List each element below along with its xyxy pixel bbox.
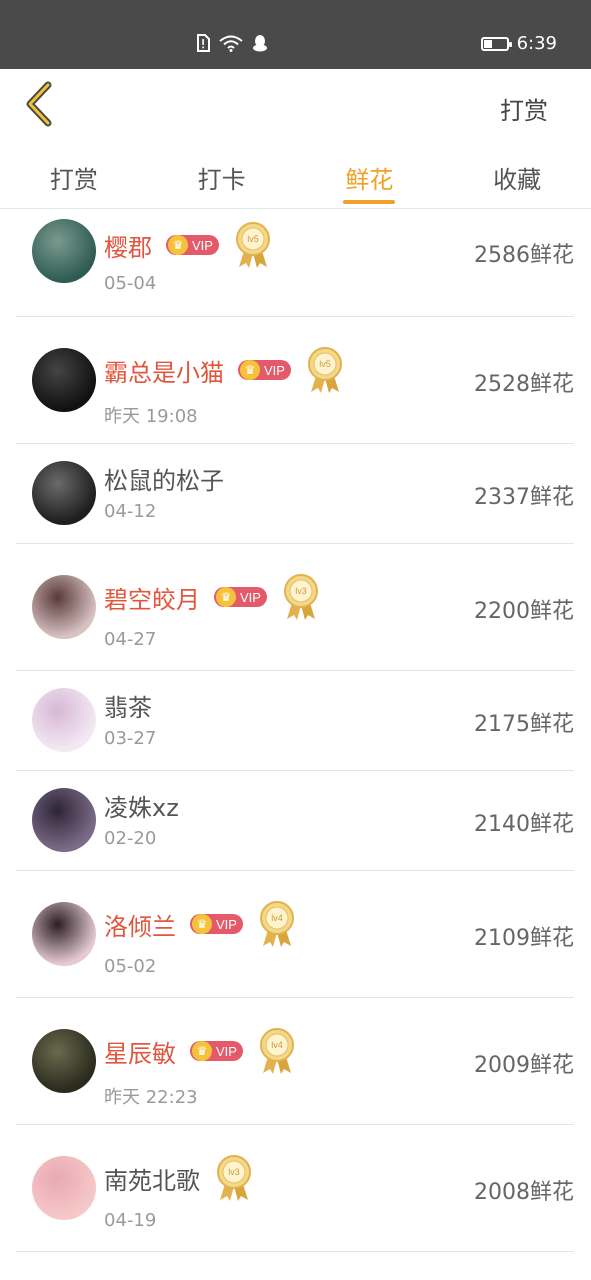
avatar[interactable] xyxy=(32,219,96,283)
vip-badge: ♛ VIP xyxy=(190,914,243,934)
level-medal-icon: lv4 xyxy=(259,1028,294,1074)
user-name[interactable]: 樱郡 xyxy=(104,228,152,263)
name-line: 星辰敏 ♛ VIP lv4 xyxy=(104,1027,295,1075)
flower-count: 2140鲜花 xyxy=(474,812,574,837)
vip-badge: ♛ VIP xyxy=(190,1041,243,1061)
user-name[interactable]: 凌姝xz xyxy=(104,788,179,823)
user-name[interactable]: 松鼠的松子 xyxy=(104,461,224,496)
user-name[interactable]: 霸总是小猫 xyxy=(104,353,224,388)
nav-bar: 打赏 xyxy=(0,69,591,139)
timestamp: 昨天 19:08 xyxy=(104,406,198,427)
avatar[interactable] xyxy=(32,1156,96,1220)
svg-text:lv5: lv5 xyxy=(247,234,259,244)
list-item[interactable]: 星辰敏 ♛ VIP lv4 昨天 22:23 2009鲜花 xyxy=(16,997,574,1125)
name-line: 松鼠的松子 xyxy=(104,461,224,496)
flower-count: 2175鲜花 xyxy=(474,712,574,737)
user-name[interactable]: 星辰敏 xyxy=(104,1034,176,1069)
name-line: 洛倾兰 ♛ VIP lv4 xyxy=(104,900,295,948)
tab-reward[interactable]: 打赏 xyxy=(0,139,148,208)
timestamp: 05-02 xyxy=(104,956,157,977)
svg-text:lv5: lv5 xyxy=(319,359,331,369)
timestamp: 04-19 xyxy=(104,1210,157,1231)
vip-label: VIP xyxy=(216,916,237,932)
level-medal-icon: lv4 xyxy=(259,901,294,947)
back-arrow-icon[interactable] xyxy=(22,81,62,127)
svg-text:lv4: lv4 xyxy=(271,913,283,923)
status-time: 6:39 xyxy=(516,33,557,54)
vip-label: VIP xyxy=(192,237,213,253)
name-line: 翡茶 xyxy=(104,688,152,723)
flower-count: 2009鲜花 xyxy=(474,1053,574,1078)
list-item[interactable]: 霸总是小猫 ♛ VIP lv5 昨天 19:08 2528鲜花 xyxy=(16,316,574,444)
avatar[interactable] xyxy=(32,788,96,852)
timestamp: 昨天 22:23 xyxy=(104,1087,198,1108)
wifi-icon xyxy=(219,35,243,52)
timestamp: 04-12 xyxy=(104,501,157,522)
sim-alert-icon xyxy=(197,34,210,52)
level-medal-icon: lv3 xyxy=(217,1155,251,1201)
tab-favorites[interactable]: 收藏 xyxy=(443,139,591,208)
user-name[interactable]: 南苑北歌 xyxy=(104,1161,200,1196)
list-item[interactable]: 南苑北歌 lv3 04-19 2008鲜花 xyxy=(16,1124,574,1252)
avatar[interactable] xyxy=(32,348,96,412)
user-name[interactable]: 碧空皎月 xyxy=(104,580,200,615)
avatar[interactable] xyxy=(32,575,96,639)
vip-badge: ♛ VIP xyxy=(166,235,219,255)
user-name[interactable]: 翡茶 xyxy=(104,688,152,723)
status-icons xyxy=(196,34,268,52)
avatar[interactable] xyxy=(32,902,96,966)
crown-icon: ♛ xyxy=(240,360,260,380)
tab-flowers[interactable]: 鲜花 xyxy=(296,139,444,208)
flower-count: 2109鲜花 xyxy=(474,926,574,951)
vip-badge: ♛ VIP xyxy=(238,360,291,380)
timestamp: 05-04 xyxy=(104,273,157,294)
vip-label: VIP xyxy=(264,362,285,378)
crown-icon: ♛ xyxy=(192,1041,212,1061)
level-medal-icon: lv5 xyxy=(235,222,270,268)
name-line: 霸总是小猫 ♛ VIP lv5 xyxy=(104,346,343,394)
flower-count: 2008鲜花 xyxy=(474,1180,574,1205)
qq-icon xyxy=(253,35,267,52)
vip-badge: ♛ VIP xyxy=(214,587,267,607)
vip-label: VIP xyxy=(240,589,261,605)
tab-bar: 打赏 打卡 鲜花 收藏 xyxy=(0,139,591,209)
flower-count: 2586鲜花 xyxy=(474,243,574,268)
list-item[interactable]: 松鼠的松子 04-12 2337鲜花 xyxy=(16,443,574,544)
list-item[interactable]: 翡茶 03-27 2175鲜花 xyxy=(16,670,574,771)
list-item[interactable]: 樱郡 ♛ VIP lv5 05-04 2586鲜花 xyxy=(16,209,574,317)
avatar[interactable] xyxy=(32,1029,96,1093)
battery-icon xyxy=(480,36,512,51)
status-bar: 6:39 xyxy=(0,0,591,69)
crown-icon: ♛ xyxy=(216,587,236,607)
vip-label: VIP xyxy=(216,1043,237,1059)
flower-count: 2337鲜花 xyxy=(474,485,574,510)
avatar[interactable] xyxy=(32,688,96,752)
timestamp: 04-27 xyxy=(104,629,157,650)
list-item[interactable]: 凌姝xz 02-20 2140鲜花 xyxy=(16,770,574,871)
name-line: 樱郡 ♛ VIP lv5 xyxy=(104,221,271,269)
level-medal-icon: lv3 xyxy=(283,574,318,620)
svg-text:lv3: lv3 xyxy=(228,1167,240,1177)
crown-icon: ♛ xyxy=(192,914,212,934)
crown-icon: ♛ xyxy=(168,235,188,255)
avatar[interactable] xyxy=(32,461,96,525)
svg-text:lv3: lv3 xyxy=(295,586,307,596)
svg-text:lv4: lv4 xyxy=(271,1040,283,1050)
name-line: 碧空皎月 ♛ VIP lv3 xyxy=(104,573,319,621)
level-medal-icon: lv5 xyxy=(307,347,342,393)
flower-count: 2200鲜花 xyxy=(474,599,574,624)
reward-button[interactable]: 打赏 xyxy=(500,91,548,126)
list-item[interactable]: 碧空皎月 ♛ VIP lv3 04-27 2200鲜花 xyxy=(16,543,574,671)
flower-count: 2528鲜花 xyxy=(474,372,574,397)
timestamp: 03-27 xyxy=(104,728,157,749)
name-line: 南苑北歌 lv3 xyxy=(104,1154,252,1202)
status-right: 6:39 xyxy=(480,33,557,54)
user-name[interactable]: 洛倾兰 xyxy=(104,907,176,942)
list-item[interactable]: 洛倾兰 ♛ VIP lv4 05-02 2109鲜花 xyxy=(16,870,574,998)
name-line: 凌姝xz xyxy=(104,788,179,823)
timestamp: 02-20 xyxy=(104,828,157,849)
tab-checkin[interactable]: 打卡 xyxy=(148,139,296,208)
